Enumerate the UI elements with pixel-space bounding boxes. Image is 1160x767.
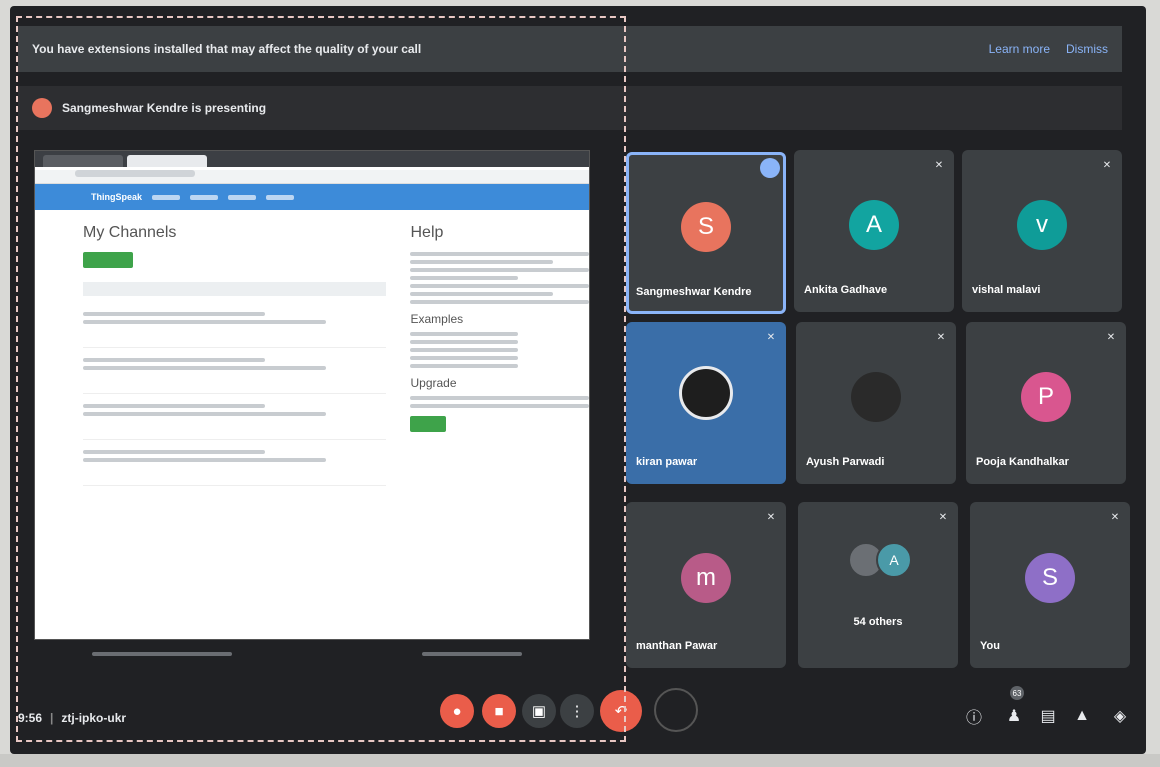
channels-heading: My Channels — [83, 224, 177, 241]
participant-name: You — [980, 640, 1000, 652]
participant-name: Pooja Kandhalkar — [976, 456, 1069, 468]
mic-icon[interactable]: ● — [440, 694, 474, 728]
extensions-warning-banner: You have extensions installed that may a… — [18, 26, 1122, 72]
channel-row — [83, 348, 387, 394]
browser-tab-active — [127, 155, 207, 167]
mic-muted-icon: ✕ — [1102, 159, 1112, 171]
participant-name: Sangmeshwar Kendre — [636, 286, 752, 298]
mic-muted-icon: ✕ — [1110, 511, 1120, 523]
help-heading: Help — [410, 224, 444, 241]
mic-muted-icon: ✕ — [766, 331, 776, 343]
people-count-badge: 63 — [1010, 686, 1024, 700]
upgrade-heading: Upgrade — [410, 376, 457, 390]
presenting-text: Sangmeshwar Kendre is presenting — [62, 101, 267, 115]
shared-screen: ThingSpeak My Channels Help Examples Upg… — [34, 150, 590, 640]
participant-avatar — [851, 371, 901, 422]
site-navbar: ThingSpeak — [35, 184, 589, 210]
participant-avatar: P — [1021, 371, 1071, 422]
self-tile[interactable]: S ✕ You — [970, 502, 1130, 668]
participant-avatar: v — [1017, 199, 1067, 250]
browser-tab — [43, 155, 123, 167]
participant-tile[interactable]: ✕ kiran pawar — [626, 322, 786, 484]
participant-name: Ankita Gadhave — [804, 284, 888, 296]
mic-muted-icon: ✕ — [938, 511, 948, 523]
mic-muted-icon: ✕ — [934, 159, 944, 171]
call-end-icon[interactable]: ↶ — [600, 690, 642, 732]
participant-tile[interactable]: S Sangmeshwar Kendre — [626, 152, 786, 314]
more-vert-icon[interactable]: ⋮ — [560, 694, 594, 728]
participant-name: kiran pawar — [636, 456, 698, 468]
banner-text: You have extensions installed that may a… — [32, 42, 422, 56]
participant-tile[interactable]: m ✕ manthan Pawar — [626, 502, 786, 668]
presenting-bar: Sangmeshwar Kendre is presenting — [18, 86, 1122, 130]
others-tile[interactable]: A ✕ 54 others — [798, 502, 958, 668]
channel-row — [83, 302, 387, 348]
meeting-details: 9:56 | ztj-ipko-ukr — [18, 711, 127, 725]
mic-muted-icon: ✕ — [1106, 331, 1116, 343]
address-bar — [35, 170, 589, 184]
meeting-code: ztj-ipko-ukr — [61, 711, 127, 725]
participant-tile[interactable]: v ✕ vishal malavi — [962, 150, 1122, 312]
channel-row — [83, 440, 387, 486]
mic-muted-icon: ✕ — [936, 331, 946, 343]
browser-tab-strip — [35, 151, 589, 167]
participant-avatar: A — [876, 542, 912, 578]
others-label: 54 others — [853, 616, 903, 628]
site-logo: ThingSpeak — [91, 192, 143, 202]
participant-avatar: A — [849, 199, 899, 250]
participant-tile[interactable]: ✕ Ayush Parwadi — [796, 322, 956, 484]
participant-name: Ayush Parwadi — [806, 456, 885, 468]
learn-more-link[interactable]: Learn more — [989, 42, 1050, 56]
camera-icon[interactable]: ■ — [482, 694, 516, 728]
meeting-time: 9:56 — [18, 711, 43, 725]
obs-logo-icon — [679, 366, 733, 421]
participant-name: vishal malavi — [972, 284, 1041, 296]
mic-muted-icon: ✕ — [766, 511, 776, 523]
present-now-icon[interactable] — [654, 688, 698, 732]
shared-screen-caption — [92, 652, 522, 658]
channels-table-header — [83, 282, 387, 296]
participant-avatar: S — [1025, 553, 1075, 604]
examples-heading: Examples — [410, 312, 464, 326]
presenter-avatar — [32, 98, 52, 118]
chat-icon[interactable]: ▤ — [1038, 706, 1058, 726]
participant-tile[interactable]: A ✕ Ankita Gadhave — [794, 150, 954, 312]
participant-avatar: m — [681, 553, 731, 604]
participant-name: manthan Pawar — [636, 640, 718, 652]
people-icon[interactable]: ♟ — [1004, 706, 1024, 726]
os-taskbar — [0, 754, 1160, 767]
upgrade-button — [410, 416, 447, 432]
captions-icon[interactable]: ▣ — [522, 694, 556, 728]
info-icon[interactable]: ⓘ — [964, 706, 984, 727]
host-controls-icon[interactable]: ◈ — [1110, 706, 1130, 726]
new-channel-button — [83, 252, 133, 268]
dismiss-button[interactable]: Dismiss — [1066, 42, 1108, 56]
channel-row — [83, 394, 387, 440]
participant-avatar: S — [681, 201, 731, 252]
participant-tile[interactable]: P ✕ Pooja Kandhalkar — [966, 322, 1126, 484]
activities-icon[interactable]: ▲ — [1072, 706, 1092, 726]
speaking-indicator-icon — [760, 158, 780, 178]
